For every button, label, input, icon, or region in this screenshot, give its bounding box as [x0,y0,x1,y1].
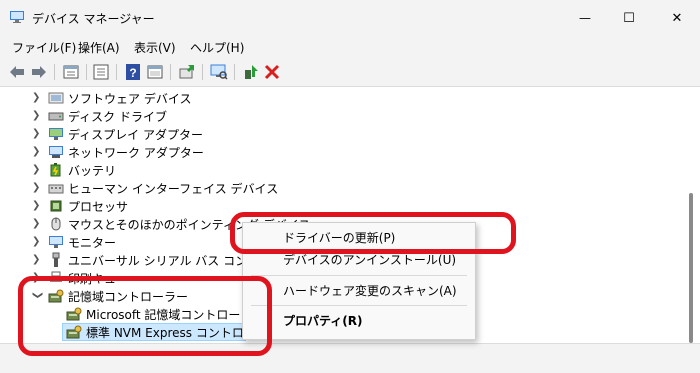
menu-separator [251,305,467,306]
menu-view[interactable]: 表示(V) [134,39,176,56]
close-button[interactable]: ✕ [654,0,700,36]
mouse-icon [51,217,61,231]
display-adapter-icon [49,128,63,140]
usb-icon [52,252,60,267]
chevron-right-icon[interactable]: ❯ [32,200,42,212]
properties-menu-item[interactable]: プロパティ(R) [283,312,363,329]
tree-item-label: バッテリ [68,164,117,178]
chevron-right-icon[interactable]: ❯ [32,218,42,230]
menu-help[interactable]: ヘルプ(H) [190,39,244,56]
update-driver-icon[interactable] [178,63,196,81]
tree-item-label: モニター [68,236,117,250]
tree-item-label: ネットワーク アダプター [68,146,204,160]
svg-text:?: ? [129,66,136,80]
software-device-icon [48,92,64,104]
menu-action[interactable]: 操作(A) [78,39,120,56]
chevron-right-icon[interactable]: ❯ [32,146,42,158]
menu-bar: ファイル(F) 操作(A) 表示(V) ヘルプ(H) [0,36,700,58]
monitor-icon [49,236,63,248]
enable-device-icon[interactable] [242,63,260,81]
chevron-right-icon[interactable]: ❯ [32,254,42,266]
tree-item-label: プロセッサ [68,200,129,214]
title-bar: デバイス マネージャー — ☐ ✕ [0,0,700,36]
chevron-right-icon[interactable]: ❯ [32,236,42,248]
menu-separator [251,275,467,276]
chevron-right-icon[interactable]: ❯ [32,92,42,104]
back-arrow-icon[interactable] [8,63,26,81]
minimize-icon: — [579,11,591,25]
menu-file[interactable]: ファイル(F) [12,39,76,56]
chevron-right-icon[interactable]: ❯ [32,110,42,122]
tree-item-network-adapters[interactable]: ❯ ネットワーク アダプター [6,143,666,161]
maximize-button[interactable]: ☐ [606,0,652,36]
scan-hardware-menu-item[interactable]: ハードウェア変更のスキャン(A) [283,282,457,299]
close-icon: ✕ [671,10,683,26]
tree-item-label: ディスク ドライブ [68,110,167,124]
uninstall-x-icon[interactable] [263,63,281,81]
tree-item-label: ソフトウェア デバイス [68,92,192,106]
tree-item-label: ヒューマン インターフェイス デバイス [68,182,279,196]
tree-item-hid[interactable]: ❯ ヒューマン インターフェイス デバイス [6,179,666,197]
tree-item-software-devices[interactable]: ❯ ソフトウェア デバイス [6,89,666,107]
hid-icon [48,184,64,194]
tree-item-disk-drives[interactable]: ❯ ディスク ドライブ [6,107,666,125]
annotation-highlight-update-driver [230,212,516,254]
console-tree-icon[interactable] [92,63,110,81]
chevron-right-icon[interactable]: ❯ [32,128,42,140]
toolbar: ? [0,58,700,87]
chevron-right-icon[interactable]: ❯ [32,164,42,176]
device-manager-icon [10,11,24,23]
maximize-icon: ☐ [623,10,635,26]
properties-sheet-icon[interactable] [62,63,80,81]
chevron-right-icon[interactable]: ❯ [32,182,42,194]
network-adapter-icon [49,146,63,158]
help-icon[interactable]: ? [124,63,142,81]
window-title: デバイス マネージャー [32,12,155,26]
tree-item-label: ディスプレイ アダプター [68,128,203,142]
action-pane-icon[interactable] [146,63,164,81]
minimize-button[interactable]: — [562,0,608,36]
tree-item-batteries[interactable]: ❯ バッテリ [6,161,666,179]
disk-drive-icon [48,112,64,121]
scan-hardware-icon[interactable] [210,63,228,81]
vertical-scrollbar[interactable] [682,87,700,343]
forward-arrow-icon[interactable] [30,63,48,81]
battery-icon [50,163,61,177]
tree-item-display-adapters[interactable]: ❯ ディスプレイ アダプター [6,125,666,143]
annotation-highlight-storage-controllers [18,276,272,356]
scrollbar-thumb[interactable] [689,193,693,343]
processor-icon [50,200,62,212]
